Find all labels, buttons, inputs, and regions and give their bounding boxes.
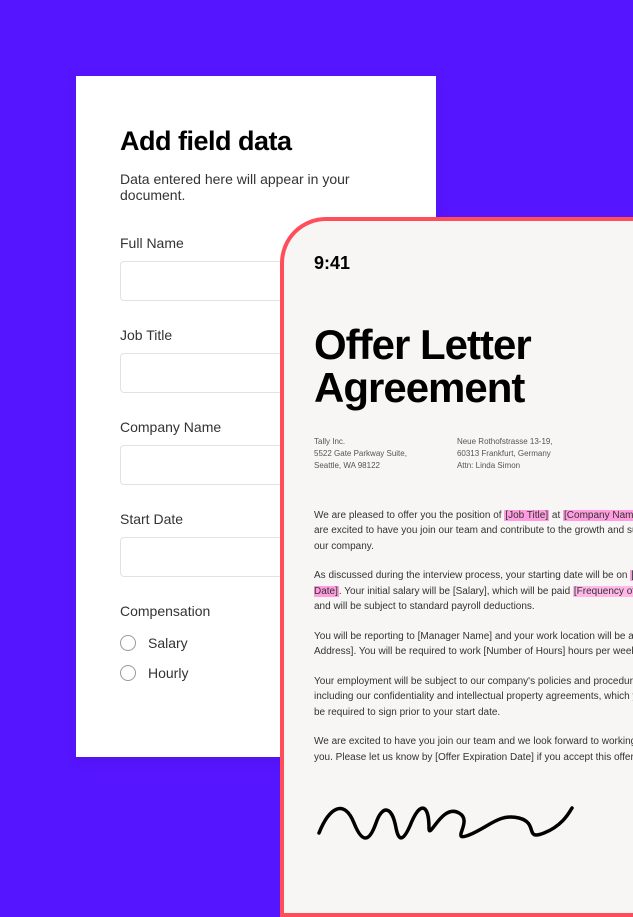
document-body: We are pleased to offer you the position… <box>314 508 633 766</box>
signature-image <box>314 793 633 858</box>
address-row: Tally Inc. 5522 Gate Parkway Suite, Seat… <box>314 436 633 472</box>
doc-para-1: We are pleased to offer you the position… <box>314 508 633 555</box>
addr1-line1: Tally Inc. <box>314 436 407 448</box>
addr2-line2: 60313 Frankfurt, Germany <box>457 448 553 460</box>
addr1-line2: 5522 Gate Parkway Suite, <box>314 448 407 460</box>
radio-circle-icon <box>120 665 136 681</box>
highlight-job-title: [Job Title] <box>504 510 549 521</box>
signature-svg <box>314 793 574 853</box>
doc-title-line2: Agreement <box>314 364 524 411</box>
radio-salary-label: Salary <box>148 635 188 651</box>
phone-mockup: 9:41 Offer Letter Agreement Tally Inc. 5… <box>280 217 633 917</box>
highlight-company-name: [Company Name] <box>563 510 633 521</box>
doc-para-3: You will be reporting to [Manager Name] … <box>314 629 633 660</box>
addr1-line3: Seattle, WA 98122 <box>314 460 407 472</box>
addr2-line3: Attn: Linda Simon <box>457 460 553 472</box>
status-bar: 9:41 <box>314 253 633 274</box>
highlight-frequency: [Frequency of Pay] <box>573 586 633 597</box>
form-subtitle: Data entered here will appear in your do… <box>120 171 392 203</box>
form-title: Add field data <box>120 126 392 157</box>
status-time: 9:41 <box>314 253 350 274</box>
radio-circle-icon <box>120 635 136 651</box>
doc-para-4: Your employment will be subject to our c… <box>314 674 633 721</box>
address-recipient: Neue Rothofstrasse 13-19, 60313 Frankfur… <box>457 436 553 472</box>
radio-hourly-label: Hourly <box>148 665 188 681</box>
doc-title-line1: Offer Letter <box>314 321 531 368</box>
doc-para-2: As discussed during the interview proces… <box>314 568 633 615</box>
doc-para-5: We are excited to have you join our team… <box>314 734 633 765</box>
addr2-line1: Neue Rothofstrasse 13-19, <box>457 436 553 448</box>
address-sender: Tally Inc. 5522 Gate Parkway Suite, Seat… <box>314 436 407 472</box>
document-title: Offer Letter Agreement <box>314 324 633 410</box>
